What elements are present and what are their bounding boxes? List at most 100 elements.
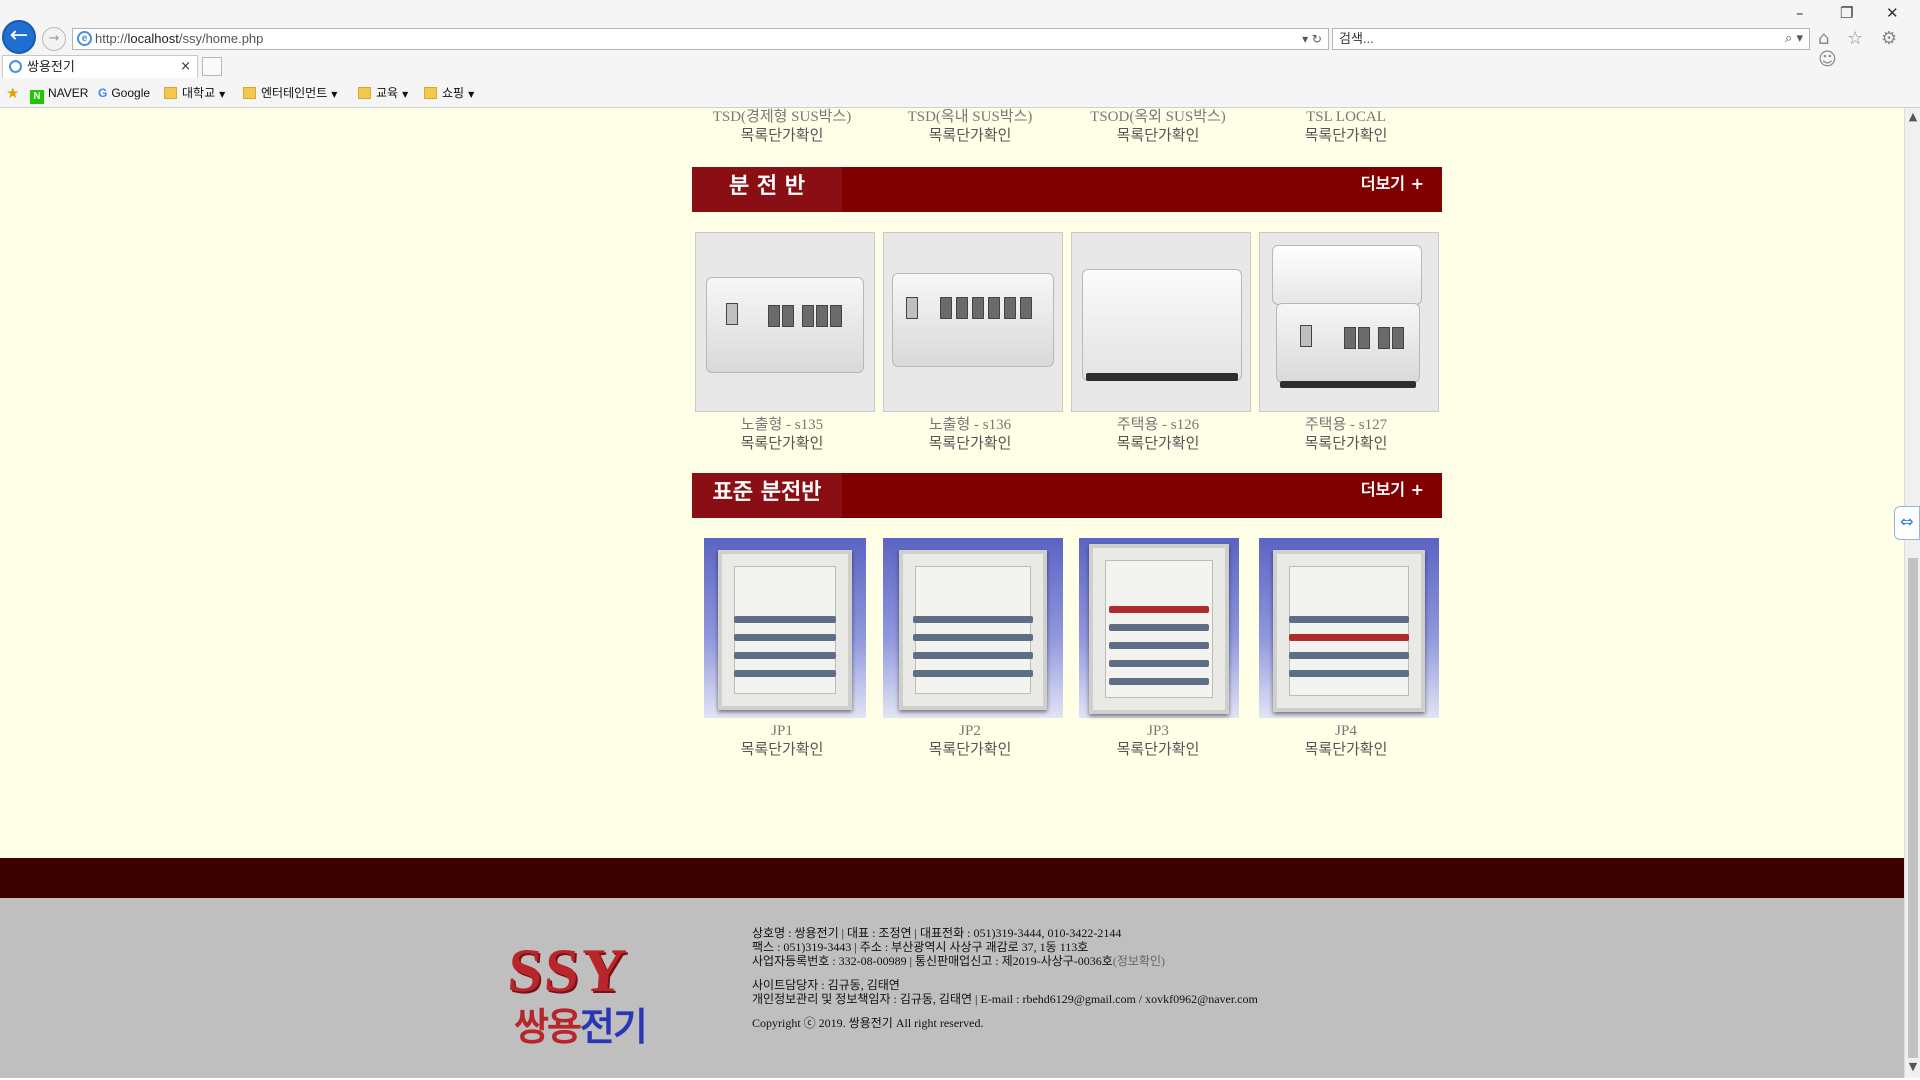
favorites-star-icon[interactable]: ★ bbox=[6, 84, 19, 102]
price-check-link[interactable]: 목록단가확인 bbox=[1256, 126, 1436, 144]
scrollbar-thumb[interactable] bbox=[1908, 558, 1918, 1058]
product-item[interactable]: 주택용 - s127 목록단가확인 bbox=[1256, 416, 1436, 452]
search-input[interactable]: 검색... ⌕ ▾ bbox=[1332, 28, 1810, 50]
product-image[interactable] bbox=[695, 232, 875, 412]
product-name: TSD(옥내 SUS박스) bbox=[907, 109, 1033, 125]
chevron-down-icon: ▼ bbox=[402, 90, 409, 99]
folder-icon bbox=[164, 87, 177, 99]
fav-label: Google bbox=[111, 86, 151, 100]
address-bar[interactable]: e http://localhost/ssy/home.php ▾ ↻ bbox=[72, 28, 1329, 50]
price-check-link[interactable]: 목록단가확인 bbox=[692, 434, 872, 452]
tab-active[interactable]: 쌍용전기 × bbox=[2, 55, 198, 78]
price-check-link[interactable]: 목록단가확인 bbox=[692, 126, 872, 144]
product-image[interactable] bbox=[883, 232, 1063, 412]
search-icon[interactable]: ⌕ ▾ bbox=[1785, 29, 1803, 49]
url-path: /ssy/home.php bbox=[178, 31, 264, 46]
product-item[interactable]: JP4 목록단가확인 bbox=[1256, 722, 1436, 758]
panel-drawing bbox=[718, 550, 852, 710]
minimize-icon[interactable]: – bbox=[1796, 4, 1804, 22]
back-button[interactable]: ← bbox=[2, 20, 36, 54]
company-info: 상호명 : 쌍용전기 | 대표 : 조정연 | 대표전화 : 051)319-3… bbox=[752, 926, 1258, 1030]
product-item[interactable]: JP3 목록단가확인 bbox=[1068, 722, 1248, 758]
fav-folder-university[interactable]: 대학교 ▼ bbox=[164, 84, 225, 104]
product-image[interactable] bbox=[704, 538, 866, 718]
company-info-line: 팩스 : 051)319-3443 | 주소 : 부산광역시 사상구 괘감로 3… bbox=[752, 940, 1089, 954]
category-header-standard-distribution-panel: 표준 분전반 더보기 + bbox=[692, 473, 1442, 518]
product-item[interactable]: TSL LOCAL 목록단가확인 bbox=[1256, 108, 1436, 144]
open-lid-drawing bbox=[1272, 245, 1422, 305]
fav-label: 교육 bbox=[376, 86, 399, 100]
fav-google[interactable]: G Google bbox=[98, 84, 150, 102]
chevron-down-icon: ▼ bbox=[219, 90, 226, 99]
product-name: 주택용 - s126 bbox=[1116, 417, 1200, 433]
product-name: 노출형 - s136 bbox=[928, 417, 1012, 433]
vertical-scrollbar[interactable]: ▲ ▼ bbox=[1904, 108, 1920, 1078]
product-image[interactable] bbox=[1259, 232, 1439, 412]
product-item[interactable]: JP1 목록단가확인 bbox=[692, 722, 872, 758]
fav-folder-shopping[interactable]: 쇼핑 ▼ bbox=[424, 84, 474, 104]
fav-folder-education[interactable]: 교육 ▼ bbox=[358, 84, 408, 104]
fav-label: 엔터테인먼트 bbox=[261, 86, 328, 100]
product-name: TSL LOCAL bbox=[1306, 109, 1386, 125]
product-item[interactable]: TSOD(옥외 SUS박스) 목록단가확인 bbox=[1068, 108, 1248, 144]
price-check-link[interactable]: 목록단가확인 bbox=[1068, 740, 1248, 758]
scroll-down-icon[interactable]: ▼ bbox=[1905, 1060, 1920, 1076]
product-image[interactable] bbox=[1259, 538, 1439, 718]
product-image[interactable] bbox=[1071, 232, 1251, 412]
product-item[interactable]: JP2 목록단가확인 bbox=[880, 722, 1060, 758]
scroll-up-icon[interactable]: ▲ bbox=[1905, 110, 1920, 126]
tab-row: 쌍용전기 × bbox=[0, 54, 1920, 78]
product-image[interactable] bbox=[883, 538, 1063, 718]
product-name: JP3 bbox=[1147, 723, 1169, 739]
category-title: 표준 분전반 bbox=[692, 473, 842, 518]
folder-icon bbox=[243, 87, 256, 99]
price-check-link[interactable]: 목록단가확인 bbox=[1256, 434, 1436, 452]
tab-title: 쌍용전기 bbox=[27, 59, 75, 74]
price-check-link[interactable]: 목록단가확인 bbox=[1068, 126, 1248, 144]
forward-button[interactable]: → bbox=[42, 27, 66, 51]
chevron-down-icon: ▼ bbox=[468, 90, 475, 99]
address-row: ← → e http://localhost/ssy/home.php ▾ ↻ … bbox=[0, 0, 1920, 70]
more-link[interactable]: 더보기 + bbox=[1361, 167, 1424, 201]
price-check-link[interactable]: 목록단가확인 bbox=[880, 740, 1060, 758]
refresh-icon[interactable]: ▾ ↻ bbox=[1302, 29, 1322, 49]
side-tab-icon[interactable]: ⇔ bbox=[1894, 506, 1920, 540]
price-check-link[interactable]: 목록단가확인 bbox=[880, 434, 1060, 452]
tab-close-icon[interactable]: × bbox=[180, 56, 191, 77]
price-check-link[interactable]: 목록단가확인 bbox=[1256, 740, 1436, 758]
company-info-line: 상호명 : 쌍용전기 | 대표 : 조정연 | 대표전화 : 051)319-3… bbox=[752, 926, 1122, 940]
price-check-link[interactable]: 목록단가확인 bbox=[1068, 434, 1248, 452]
url-host: localhost bbox=[127, 31, 179, 46]
price-check-link[interactable]: 목록단가확인 bbox=[880, 126, 1060, 144]
close-window-icon[interactable]: ✕ bbox=[1886, 4, 1899, 22]
fav-naver[interactable]: N NAVER bbox=[30, 84, 88, 104]
restore-icon[interactable]: ❐ bbox=[1840, 4, 1853, 22]
back-arrow-icon: ← bbox=[9, 23, 29, 48]
product-item[interactable]: TSD(경제형 SUS박스) 목록단가확인 bbox=[692, 108, 872, 144]
favorites-bar: ★ N NAVER G Google 대학교 ▼ 엔터테인먼트 ▼ 교육 ▼ 쇼핑 ▼ bbox=[0, 80, 1920, 106]
enclosure-drawing bbox=[892, 273, 1054, 367]
product-item[interactable]: 노출형 - s136 목록단가확인 bbox=[880, 416, 1060, 452]
product-name: JP2 bbox=[959, 723, 981, 739]
fav-label: 쇼핑 bbox=[442, 86, 465, 100]
folder-icon bbox=[424, 87, 437, 99]
product-item[interactable]: TSD(옥내 SUS박스) 목록단가확인 bbox=[880, 108, 1060, 144]
fav-label: 대학교 bbox=[182, 86, 216, 100]
more-link[interactable]: 더보기 + bbox=[1361, 473, 1424, 507]
company-logo[interactable]: SSY 쌍용전기 bbox=[506, 936, 708, 1049]
product-image[interactable] bbox=[1079, 538, 1239, 718]
category-title: 분 전 반 bbox=[692, 167, 842, 212]
product-item[interactable]: 노출형 - s135 목록단가확인 bbox=[692, 416, 872, 452]
info-check-link[interactable]: (정보확인) bbox=[1113, 954, 1165, 968]
fav-folder-entertainment[interactable]: 엔터테인먼트 ▼ bbox=[243, 84, 337, 104]
page-viewport: TSD(경제형 SUS박스) 목록단가확인 TSD(옥내 SUS박스) 목록단가… bbox=[0, 108, 1904, 1078]
product-name: 주택용 - s127 bbox=[1304, 417, 1388, 433]
category-header-distribution-panel: 분 전 반 더보기 + bbox=[692, 167, 1442, 212]
price-check-link[interactable]: 목록단가확인 bbox=[692, 740, 872, 758]
new-tab-button[interactable] bbox=[202, 57, 222, 76]
product-item[interactable]: 주택용 - s126 목록단가확인 bbox=[1068, 416, 1248, 452]
panel-drawing bbox=[899, 550, 1047, 710]
company-info-line: 사업자등록번호 : 332-08-00989 | 통신판매업신고 : 제2019… bbox=[752, 954, 1165, 968]
browser-chrome: ← → e http://localhost/ssy/home.php ▾ ↻ … bbox=[0, 0, 1920, 108]
footer: SSY 쌍용전기 상호명 : 쌍용전기 | 대표 : 조정연 | 대표전화 : … bbox=[0, 898, 1904, 1078]
